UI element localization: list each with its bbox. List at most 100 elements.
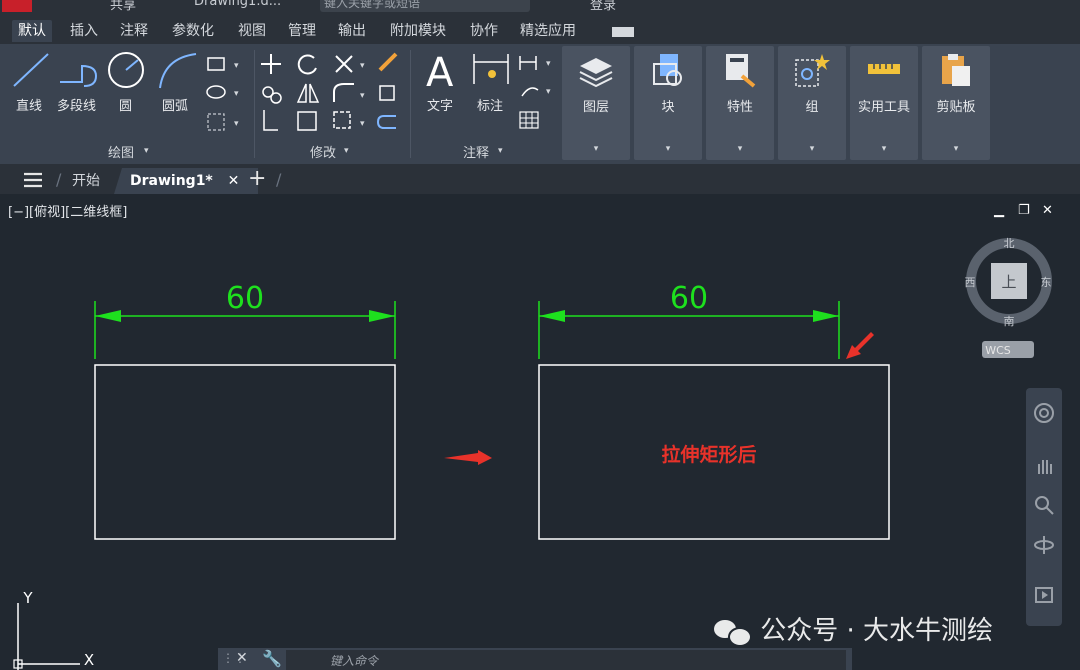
menu-icon[interactable]	[22, 171, 44, 189]
draw-panel-title[interactable]: 绘图	[108, 142, 134, 161]
scale-icon	[297, 111, 317, 131]
tab-drawing1[interactable]: Drawing1* ✕	[114, 168, 258, 194]
polyline-icon	[60, 64, 98, 87]
svg-text:▾: ▾	[234, 61, 239, 71]
stretched-caption: 拉伸矩形后	[661, 443, 756, 466]
app-logo-icon[interactable]	[2, 0, 32, 12]
tab-output[interactable]: 输出	[332, 20, 372, 42]
clipboard-icon	[942, 54, 970, 86]
wechat-icon	[712, 619, 752, 647]
tab-view[interactable]: 视图	[232, 20, 272, 42]
right-dimension-value: 60	[670, 281, 708, 316]
fillet-icon	[333, 83, 354, 102]
draw-panel-expand-icon[interactable]: ▾	[144, 146, 149, 156]
tool-circle[interactable]: 圆	[119, 95, 132, 114]
drawing-viewport[interactable]: [−][俯视][二维线框] ▁ ❐ ✕ 60 60 拉伸矩形后 上 北 南 东 …	[0, 197, 1080, 670]
rect-array-icon	[333, 111, 351, 129]
close-tab-icon[interactable]: ✕	[228, 173, 240, 189]
pointer-arrow-icon	[846, 332, 874, 359]
trim-icon	[335, 55, 353, 73]
svg-text:西: 西	[965, 276, 976, 289]
leader-icon	[521, 87, 539, 97]
share-label[interactable]: 共享	[110, 0, 136, 13]
svg-text:▾: ▾	[546, 87, 551, 97]
dimension-icon	[473, 54, 509, 84]
new-tab-icon[interactable]: +	[248, 166, 266, 191]
tool-line[interactable]: 直线	[16, 95, 42, 114]
layers-icon	[579, 58, 613, 88]
zoom-icon[interactable]	[1033, 494, 1055, 516]
steering-wheel-icon[interactable]	[1033, 402, 1055, 424]
showmotion-icon[interactable]	[1033, 584, 1055, 606]
svg-text:▾: ▾	[360, 61, 365, 71]
draw-tools-icons: ▾ ▾ ▾	[13, 52, 239, 131]
tool-polyline[interactable]: 多段线	[57, 95, 96, 114]
tab-annotate[interactable]: 注释	[114, 20, 154, 42]
tab-featured-apps[interactable]: 精选应用	[514, 20, 582, 42]
panel-layers[interactable]: 图层 ▾	[562, 46, 630, 160]
svg-text:WCS: WCS	[985, 344, 1011, 357]
block-icon	[653, 54, 682, 86]
command-line: ⋮⋮ ✕ 🔧 键入命令	[218, 648, 852, 670]
viewcube[interactable]: 上 北 南 东 西 WCS	[965, 237, 1052, 358]
login-button[interactable]: 登录	[590, 0, 616, 13]
text-icon: A	[426, 50, 454, 96]
svg-text:X: X	[84, 651, 94, 669]
ribbon-tab-bar: 默认 插入 注释 参数化 视图 管理 输出 附加模块 协作 精选应用	[0, 14, 1080, 44]
left-dimension-value: 60	[226, 281, 264, 316]
title-bar: 共享 Drawing1.d... 键入关键字或短语 登录	[0, 0, 1080, 14]
panel-group[interactable]: 组 ▾	[778, 46, 846, 160]
rectangle-icon	[207, 57, 225, 71]
ribbon: ▾ ▾ ▾ 直线 多段线 圆 圆弧 绘图 ▾ ▾ ▾ ▾ 修改 ▾ A ▾ ▾ …	[0, 44, 1080, 164]
stretch-icon	[263, 110, 278, 131]
drawing-canvas: 60 60 拉伸矩形后 上 北 南 东 西 WCS Y X	[13, 237, 1052, 670]
rotate-icon	[297, 54, 317, 75]
line-icon	[13, 53, 49, 87]
offset-icon	[376, 115, 396, 129]
customize-wrench-icon[interactable]: 🔧	[262, 649, 282, 668]
svg-text:▾: ▾	[546, 59, 551, 69]
modify-panel-expand-icon[interactable]: ▾	[344, 146, 349, 156]
svg-text:北: 北	[1004, 237, 1015, 250]
tool-text[interactable]: 文字	[427, 95, 453, 114]
ellipse-icon	[206, 85, 226, 99]
annotation-panel-expand-icon[interactable]: ▾	[498, 146, 503, 156]
pan-icon[interactable]	[1033, 454, 1055, 476]
command-input[interactable]: 键入命令	[286, 650, 846, 670]
modify-panel-title[interactable]: 修改	[310, 142, 336, 161]
panel-utilities[interactable]: 实用工具 ▾	[850, 46, 918, 160]
tool-arc[interactable]: 圆弧	[162, 95, 188, 114]
close-command-icon[interactable]: ✕	[236, 650, 248, 666]
svg-text:上: 上	[1001, 273, 1016, 291]
navigation-bar	[1026, 388, 1062, 626]
tab-addins[interactable]: 附加模块	[384, 20, 452, 42]
array-icon	[379, 85, 395, 101]
ribbon-options-icon[interactable]	[612, 27, 634, 37]
panel-properties[interactable]: 特性 ▾	[706, 46, 774, 160]
tool-dimension[interactable]: 标注	[477, 95, 503, 114]
svg-text:南: 南	[1004, 315, 1015, 328]
tab-start[interactable]: 开始	[72, 168, 100, 194]
panel-block[interactable]: 块 ▾	[634, 46, 702, 160]
annotation-panel-title[interactable]: 注释	[463, 142, 489, 161]
svg-text:东: 东	[1041, 276, 1052, 289]
tab-manage[interactable]: 管理	[282, 20, 322, 42]
tab-insert[interactable]: 插入	[64, 20, 104, 42]
tab-collaborate[interactable]: 协作	[464, 20, 504, 42]
search-input[interactable]: 键入关键字或短语	[320, 0, 530, 12]
erase-icon	[378, 52, 398, 72]
tab-default[interactable]: 默认	[12, 20, 52, 42]
original-rectangle	[94, 364, 396, 540]
document-title: Drawing1.d...	[194, 0, 282, 9]
left-dimension: 60	[94, 281, 396, 359]
tab-parametric[interactable]: 参数化	[166, 20, 220, 42]
orbit-icon[interactable]	[1033, 534, 1055, 556]
modify-tools-icons: ▾ ▾ ▾	[261, 52, 398, 131]
watermark: 公众号 · 大水牛测绘	[712, 610, 993, 647]
svg-text:Y: Y	[22, 589, 33, 607]
arc-icon	[159, 53, 197, 89]
transition-arrow-icon	[444, 450, 492, 465]
svg-text:▾: ▾	[360, 119, 365, 129]
panel-clipboard[interactable]: 剪贴板 ▾	[922, 46, 990, 160]
svg-text:▾: ▾	[234, 119, 239, 129]
